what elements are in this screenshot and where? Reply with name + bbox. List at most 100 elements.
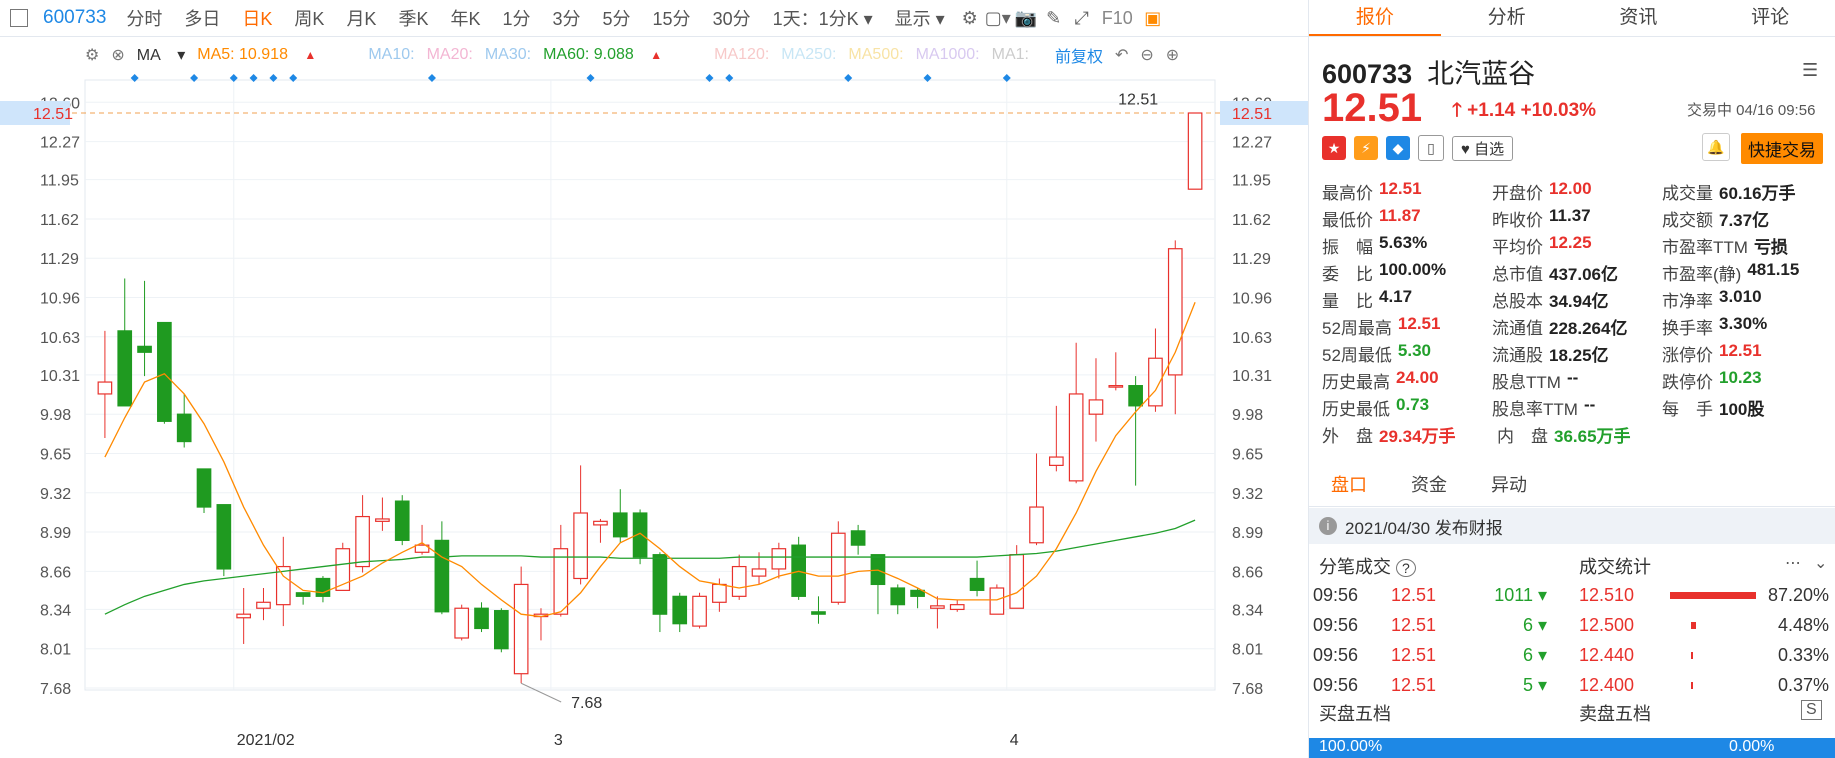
settings-icon[interactable]: ⚙ <box>956 0 984 36</box>
sidebar-toggle-icon[interactable]: ▣ <box>1139 0 1167 36</box>
y-tick-label: 9.32 <box>40 486 71 503</box>
info-icon: i <box>1319 517 1337 535</box>
period-tab[interactable]: 周K <box>283 5 335 31</box>
quote-grid: 最高价 12.51 开盘价 12.00 成交量 60.16万手 最低价 11.87 昨收价 11.… <box>1322 178 1832 448</box>
period-tab[interactable]: 分时 <box>115 5 173 31</box>
candle-body <box>295 592 311 597</box>
quote-cell: 每 手 100股 <box>1662 395 1832 420</box>
candle-body <box>712 583 727 603</box>
candle-body <box>474 607 489 630</box>
sub-tab[interactable]: 资金 <box>1389 471 1469 497</box>
stats-pct: 0.33% <box>1777 644 1829 665</box>
stats-pct: 87.20% <box>1767 584 1829 605</box>
candle-body <box>1088 399 1104 415</box>
f10-button[interactable]: F10 <box>1096 8 1139 29</box>
period-tab[interactable]: 日K <box>231 5 283 31</box>
sub-tab[interactable]: 盘口 <box>1309 471 1389 497</box>
candle-body <box>890 587 906 606</box>
square-tool-icon[interactable]: ▢▾ <box>984 0 1012 36</box>
tick-cell: 09:56 <box>1313 584 1359 605</box>
quote-cell: 历史最高 24.00 <box>1322 368 1492 393</box>
period-tab[interactable]: 季K <box>387 5 439 31</box>
period-tab[interactable]: 1分 <box>491 5 541 31</box>
quote-key: 市净率 <box>1662 292 1713 311</box>
add-watchlist-button[interactable]: ♥ 自选 <box>1452 135 1514 161</box>
period-tab[interactable]: 3分 <box>542 5 592 31</box>
tick-cell: 12.51 <box>1391 584 1437 605</box>
quote-cell: 昨收价 11.37 <box>1492 206 1662 231</box>
sell-pct: 0.00% <box>1729 738 1775 755</box>
lightning-icon[interactable]: ⚡ <box>1354 136 1378 160</box>
quote-value: 5.30 <box>1397 341 1432 360</box>
stock-code-tab[interactable]: 600733 <box>34 7 115 29</box>
quote-cell: 股息率TTM -- <box>1492 395 1662 420</box>
quote-key: 昨收价 <box>1492 211 1543 230</box>
period-tab[interactable]: 年K <box>439 5 491 31</box>
period-tab[interactable]: 30分 <box>702 5 762 31</box>
quote-value: 11.87 <box>1379 206 1421 225</box>
period-select[interactable]: 1天：1分K ▾ <box>762 5 884 31</box>
help-icon[interactable]: ? <box>1396 559 1416 577</box>
quote-tab[interactable]: 分析 <box>1441 0 1573 36</box>
quote-cell: 历史最低 0.73 <box>1322 395 1492 420</box>
quote-value: 12.51 <box>1719 341 1762 360</box>
stats-pct: 0.37% <box>1777 674 1829 695</box>
stats-row: 12.400 0.37% <box>1579 670 1829 700</box>
stats-price: 12.400 <box>1579 674 1635 695</box>
quote-value: 36.65万手 <box>1554 427 1631 446</box>
sub-tabs: 盘口 资金 异动 <box>1309 462 1835 507</box>
quote-tab[interactable]: 资讯 <box>1573 0 1705 36</box>
quote-cell: 成交量 60.16万手 <box>1662 179 1832 204</box>
buy-sell-ratio-bar: 100.00% 0.00% <box>1309 738 1835 758</box>
candlestick-chart[interactable]: 12.6012.6012.2712.2711.9511.9511.6211.62… <box>0 37 1308 758</box>
y-tick-label: 11.29 <box>1232 251 1271 268</box>
quote-cell: 振 幅 5.63% <box>1322 233 1492 258</box>
tag-icon[interactable]: ◆ <box>1386 136 1410 160</box>
pen-icon[interactable]: ✎ <box>1040 0 1068 36</box>
candle-body <box>1108 385 1124 388</box>
candle-body <box>573 512 588 580</box>
collapse-icon[interactable]: ⌄ <box>1814 553 1827 573</box>
panel-toggle-icon[interactable] <box>10 9 28 27</box>
period-tab[interactable]: 5分 <box>592 5 642 31</box>
quote-tab[interactable]: 评论 <box>1704 0 1835 36</box>
candle-body <box>355 515 370 568</box>
candle-body <box>394 500 410 541</box>
quote-cell: 流通值 228.264亿 <box>1492 314 1662 339</box>
quote-value: 7.37亿 <box>1719 211 1770 230</box>
stats-bar <box>1670 591 1756 599</box>
candle-body <box>1009 554 1025 609</box>
quote-value: 12.00 <box>1549 179 1592 198</box>
quote-cell: 内 盘 36.65万手 <box>1497 422 1672 447</box>
quote-key: 总市值 <box>1492 265 1543 284</box>
stats-row: 12.510 87.20% <box>1579 580 1829 610</box>
earnings-notice[interactable]: i 2021/04/30 发布财报 <box>1309 508 1835 544</box>
period-tab[interactable]: 月K <box>335 5 387 31</box>
display-menu[interactable]: 显示 ▾ <box>884 5 956 31</box>
quote-key: 市盈率TTM <box>1662 238 1748 257</box>
quote-cell: 52周最高 12.51 <box>1322 314 1492 339</box>
list-icon[interactable]: ☰ <box>1802 60 1818 81</box>
tick-row: 09:56 12.51 1011 ▾ <box>1313 580 1553 610</box>
quote-key: 成交量 <box>1662 184 1713 203</box>
quote-tab[interactable]: 报价 <box>1309 0 1441 36</box>
more-icon[interactable]: ⋯ <box>1785 553 1801 573</box>
tick-cell: 1011 ▾ <box>1494 584 1547 605</box>
stats-price: 12.500 <box>1579 614 1635 635</box>
stats-title: 成交统计 <box>1579 557 1651 577</box>
y-tick-label: 10.31 <box>40 368 80 385</box>
quick-trade-button[interactable]: 快捷交易 <box>1741 133 1823 164</box>
quote-value: 3.010 <box>1719 287 1762 306</box>
bell-icon[interactable]: 🔔 <box>1702 133 1730 161</box>
candle-body <box>811 611 826 615</box>
sub-tab[interactable]: 异动 <box>1469 471 1549 497</box>
bookmark-icon[interactable]: ▯ <box>1418 135 1444 161</box>
candle-body <box>137 345 152 353</box>
candle-body <box>454 607 470 639</box>
fullscreen-icon[interactable]: ⤢ <box>1068 0 1096 36</box>
period-tab[interactable]: 多日 <box>173 5 231 31</box>
period-tab[interactable]: 15分 <box>642 5 702 31</box>
camera-icon[interactable]: 📷 <box>1012 0 1040 36</box>
s-icon[interactable]: S <box>1801 700 1822 720</box>
plot-area <box>84 79 1216 691</box>
